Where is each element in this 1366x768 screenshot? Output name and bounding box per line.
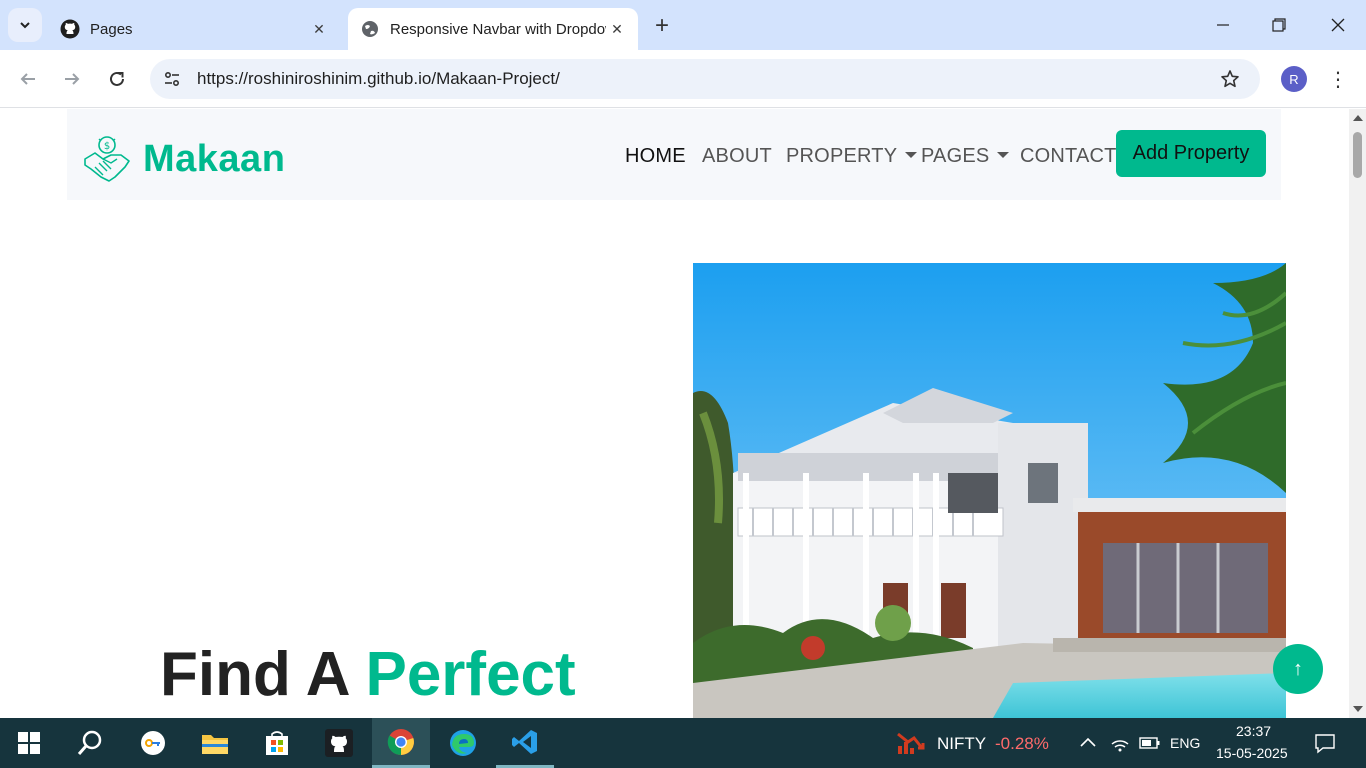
reload-button[interactable] bbox=[101, 63, 133, 95]
battery-icon[interactable] bbox=[1139, 736, 1161, 750]
chevron-down-icon bbox=[20, 22, 30, 29]
tab-search-button[interactable] bbox=[8, 8, 42, 42]
new-tab-button[interactable]: + bbox=[648, 12, 676, 40]
site-navbar: $ Makaan HOME ABOUT PROPERTY PAGES CONTA… bbox=[67, 109, 1281, 200]
tab-responsive-navbar[interactable]: Responsive Navbar with Dropdown ✕ bbox=[348, 8, 638, 50]
close-window-button[interactable] bbox=[1310, 0, 1366, 50]
nav-property-label: PROPERTY bbox=[786, 145, 898, 167]
network-icon[interactable] bbox=[1110, 734, 1130, 752]
tab-title: Responsive Navbar with Dropdown bbox=[390, 20, 606, 38]
handshake-logo-icon: $ bbox=[84, 136, 130, 182]
url-text[interactable]: https://roshiniroshinim.github.io/Makaan… bbox=[197, 69, 560, 89]
caret-down-icon bbox=[905, 151, 918, 158]
nav-pages-label: PAGES bbox=[921, 145, 990, 167]
nav-contact[interactable]: CONTACT bbox=[1020, 145, 1117, 168]
clock-date[interactable]: 15-05-2025 bbox=[1216, 745, 1288, 761]
taskbar-vscode[interactable] bbox=[496, 718, 554, 768]
github-icon bbox=[325, 729, 353, 757]
notifications-icon[interactable] bbox=[1314, 732, 1336, 754]
nav-property-dropdown[interactable]: PROPERTY bbox=[786, 145, 918, 168]
stock-down-icon bbox=[897, 732, 925, 754]
back-button[interactable] bbox=[12, 63, 44, 95]
close-tab-icon[interactable]: ✕ bbox=[606, 18, 628, 40]
language-indicator[interactable]: ENG bbox=[1170, 735, 1200, 751]
search-icon bbox=[77, 730, 102, 755]
hero-title-part1: Find A bbox=[160, 640, 366, 709]
minimize-button[interactable] bbox=[1195, 0, 1251, 50]
start-button[interactable] bbox=[0, 718, 58, 768]
store-icon bbox=[266, 731, 288, 755]
add-property-button[interactable]: Add Property bbox=[1116, 130, 1266, 177]
bookmark-star-icon[interactable] bbox=[1218, 67, 1242, 91]
ticker-change[interactable]: -0.28% bbox=[995, 734, 1049, 754]
nav-home[interactable]: HOME bbox=[625, 145, 686, 168]
scroll-up-arrow-icon[interactable] bbox=[1353, 115, 1363, 121]
caret-down-icon bbox=[997, 151, 1010, 158]
arrow-left-icon bbox=[20, 73, 35, 85]
page-viewport: $ Makaan HOME ABOUT PROPERTY PAGES CONTA… bbox=[0, 109, 1349, 718]
windows-logo-icon bbox=[18, 732, 40, 754]
site-info-icon[interactable] bbox=[158, 65, 186, 93]
brand-name: Makaan bbox=[143, 137, 286, 180]
browser-toolbar: https://roshiniroshinim.github.io/Makaan… bbox=[0, 50, 1366, 108]
hero-title: Find A Perfect bbox=[160, 639, 576, 710]
forward-button[interactable] bbox=[56, 63, 88, 95]
tab-title: Pages bbox=[90, 20, 133, 38]
nav-pages-dropdown[interactable]: PAGES bbox=[921, 145, 1010, 168]
brand[interactable]: $ Makaan bbox=[81, 133, 285, 185]
globe-icon bbox=[360, 19, 380, 39]
page-scrollbar[interactable] bbox=[1349, 109, 1366, 718]
windows-taskbar: NIFTY -0.28% ENG 23:37 15-05-2025 bbox=[0, 718, 1366, 768]
taskbar-github-desktop[interactable] bbox=[310, 718, 368, 768]
hero-title-accent: Perfect bbox=[365, 640, 576, 709]
key-app-icon bbox=[141, 731, 165, 755]
vscode-icon bbox=[512, 729, 537, 754]
arrow-right-icon bbox=[65, 73, 80, 85]
restore-icon bbox=[1272, 18, 1286, 32]
taskbar-edge[interactable] bbox=[434, 718, 492, 768]
folder-icon bbox=[202, 735, 228, 754]
taskbar-file-explorer[interactable] bbox=[186, 718, 244, 768]
address-bar[interactable]: https://roshiniroshinim.github.io/Makaan… bbox=[150, 59, 1260, 99]
close-icon bbox=[1331, 18, 1345, 32]
taskbar-chrome[interactable] bbox=[372, 718, 430, 768]
ticker-name[interactable]: NIFTY bbox=[937, 734, 986, 754]
svg-text:$: $ bbox=[104, 141, 110, 152]
clock-time[interactable]: 23:37 bbox=[1236, 723, 1271, 739]
tab-pages[interactable]: Pages ✕ bbox=[48, 8, 340, 50]
minimize-icon bbox=[1217, 24, 1229, 26]
profile-avatar[interactable]: R bbox=[1281, 66, 1307, 92]
chevron-up-icon[interactable] bbox=[1080, 736, 1096, 748]
chrome-icon bbox=[387, 728, 414, 755]
taskbar-store[interactable] bbox=[248, 718, 306, 768]
scroll-down-arrow-icon[interactable] bbox=[1353, 706, 1363, 712]
taskbar-search-button[interactable] bbox=[61, 718, 119, 768]
hero-house-image bbox=[693, 263, 1286, 718]
github-icon bbox=[60, 19, 80, 39]
taskbar-app-key[interactable] bbox=[124, 718, 182, 768]
back-to-top-button[interactable]: ↑ bbox=[1273, 644, 1323, 694]
scroll-thumb[interactable] bbox=[1353, 132, 1362, 178]
edge-icon bbox=[450, 730, 476, 756]
reload-icon bbox=[110, 71, 124, 86]
nav-about[interactable]: ABOUT bbox=[702, 145, 772, 168]
close-tab-icon[interactable]: ✕ bbox=[308, 18, 330, 40]
browser-tab-bar: Pages ✕ Responsive Navbar with Dropdown … bbox=[0, 0, 1366, 50]
restore-button[interactable] bbox=[1251, 0, 1307, 50]
kebab-menu-icon[interactable]: ⋮ bbox=[1326, 64, 1350, 94]
